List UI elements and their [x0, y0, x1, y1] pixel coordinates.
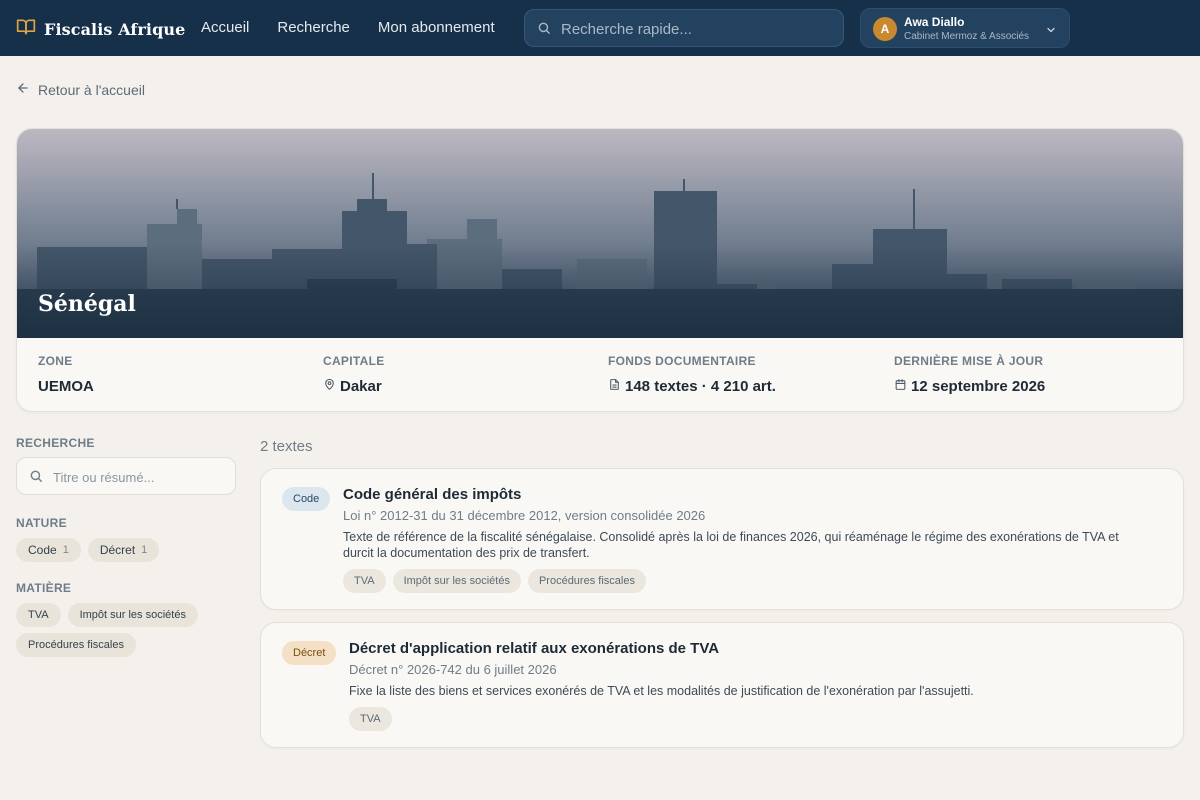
tag: Impôt sur les sociétés: [392, 569, 521, 593]
nav-recherche[interactable]: Recherche: [277, 19, 350, 36]
filter-search: [16, 457, 236, 495]
chevron-down-icon: [1045, 23, 1057, 41]
meta-mise-a-jour-value-row: 12 septembre 2026: [894, 378, 1045, 395]
search-icon: [537, 21, 551, 40]
filter-chip-label: Décret: [99, 543, 136, 557]
tag: TVA: [343, 569, 386, 593]
map-pin-icon: [323, 378, 336, 395]
meta-capitale-value-row: Dakar: [323, 378, 385, 395]
back-link[interactable]: Retour à l'accueil: [16, 81, 145, 98]
filter-search-input[interactable]: [53, 467, 223, 487]
nature-section-label: NATURE: [16, 516, 67, 530]
results-count: 2 textes: [260, 438, 313, 455]
quick-search: [524, 9, 844, 47]
user-name: Awa Diallo: [904, 15, 965, 29]
matiere-section-label: MATIÈRE: [16, 581, 72, 595]
filter-chip-code[interactable]: Code 1: [16, 538, 81, 562]
meta-fonds-label: FONDS DOCUMENTAIRE: [608, 354, 756, 368]
account-menu[interactable]: A Awa Diallo Cabinet Mermoz & Associés: [860, 8, 1070, 48]
filter-chip-label: Code: [28, 543, 57, 557]
type-badge: Décret: [282, 641, 337, 665]
quick-search-input[interactable]: [561, 18, 831, 40]
result-card[interactable]: Décret Décret d'application relatif aux …: [260, 622, 1184, 748]
book-icon: [16, 17, 36, 42]
avatar: A: [873, 17, 897, 41]
meta-capitale: CAPITALE Dakar: [323, 354, 385, 395]
result-reference: Décret n° 2026-742 du 6 juillet 2026: [349, 662, 557, 677]
result-summary: Fixe la liste des biens et services exon…: [349, 684, 974, 698]
filter-chip-decret[interactable]: Décret 1: [87, 538, 160, 562]
country-card: Sénégal ZONE UEMOA CAPITALE Dakar FONDS …: [16, 128, 1184, 412]
brand-name: Fiscalis Afrique: [44, 20, 186, 39]
meta-fonds-value-row: 148 textes · 4 210 art.: [608, 378, 776, 395]
search-icon: [29, 469, 43, 488]
top-bar: Fiscalis Afrique Accueil Recherche Mon a…: [0, 0, 1200, 56]
brand-logo[interactable]: Fiscalis Afrique: [16, 17, 185, 42]
meta-mise-a-jour-value: 12 septembre 2026: [911, 378, 1046, 395]
country-name: Sénégal: [38, 291, 136, 317]
document-icon: [608, 378, 621, 395]
meta-capitale-label: CAPITALE: [323, 354, 385, 368]
meta-mise-a-jour-label: DERNIÈRE MISE À JOUR: [894, 354, 1044, 368]
nav-mon-abonnement[interactable]: Mon abonnement: [378, 19, 495, 36]
main-nav: Accueil Recherche Mon abonnement: [201, 19, 495, 36]
meta-fonds: FONDS DOCUMENTAIRE 148 textes · 4 210 ar…: [608, 354, 776, 395]
result-reference: Loi n° 2012-31 du 31 décembre 2012, vers…: [343, 508, 706, 523]
filter-chip-tva[interactable]: TVA: [16, 603, 61, 627]
type-badge: Code: [282, 487, 331, 511]
user-organization: Cabinet Mermoz & Associés: [904, 31, 1030, 42]
city-skyline-image: [17, 129, 1183, 338]
tag: TVA: [349, 707, 392, 731]
tag: Procédures fiscales: [527, 569, 646, 593]
result-tags: TVA: [349, 707, 392, 731]
meta-fonds-value: 148 textes · 4 210 art.: [625, 378, 776, 395]
meta-zone: ZONE UEMOA: [38, 354, 94, 395]
filter-sidebar: RECHERCHE NATURE Code 1 Décret 1 MATIÈRE…: [16, 436, 236, 657]
result-title[interactable]: Décret d'application relatif aux exonéra…: [349, 640, 719, 657]
arrow-left-icon: [16, 81, 30, 98]
meta-zone-value: UEMOA: [38, 378, 94, 395]
filter-chip-count: 1: [141, 544, 148, 556]
result-summary: Texte de référence de la fiscalité sénég…: [343, 530, 1119, 560]
filter-chip-count: 1: [62, 544, 69, 556]
matiere-filters: TVA Impôt sur les sociétés Procédures fi…: [16, 603, 236, 657]
meta-capitale-value: Dakar: [340, 378, 382, 395]
filter-chip-procedures-fiscales[interactable]: Procédures fiscales: [16, 633, 136, 657]
result-tags: TVA Impôt sur les sociétés Procédures fi…: [343, 569, 646, 593]
meta-mise-a-jour: DERNIÈRE MISE À JOUR 12 septembre 2026: [894, 354, 1045, 395]
result-card[interactable]: Code Code général des impôts Loi n° 2012…: [260, 468, 1184, 610]
nav-accueil[interactable]: Accueil: [201, 19, 249, 36]
nature-filters: Code 1 Décret 1: [16, 538, 236, 562]
search-section-label: RECHERCHE: [16, 436, 95, 450]
meta-zone-value-row: UEMOA: [38, 378, 94, 395]
back-link-label: Retour à l'accueil: [38, 81, 145, 98]
meta-zone-label: ZONE: [38, 354, 73, 368]
result-title[interactable]: Code général des impôts: [343, 486, 521, 503]
calendar-icon: [894, 378, 907, 395]
filter-chip-impot-societes[interactable]: Impôt sur les sociétés: [67, 603, 198, 627]
